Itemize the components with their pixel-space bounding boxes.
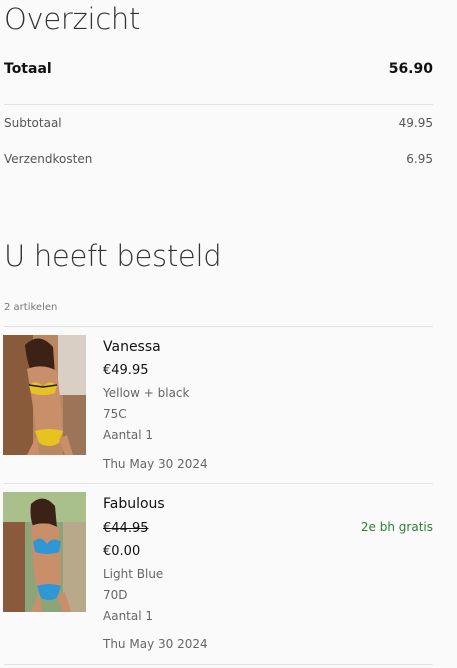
product-quantity: Aantal 1 xyxy=(103,428,154,442)
item-count: 2 artikelen xyxy=(4,302,58,313)
subtotal-label: Subtotaal xyxy=(4,116,62,130)
order-date: Thu May 30 2024 xyxy=(103,457,208,471)
product-size: 75C xyxy=(103,407,127,421)
product-price: €0.00 xyxy=(103,544,141,559)
divider xyxy=(4,104,433,105)
product-image-fabulous[interactable] xyxy=(3,492,86,612)
subtotal-value: 49.95 xyxy=(398,116,433,130)
product-old-price: €44.95 xyxy=(103,521,149,536)
ordered-title: U heeft besteld xyxy=(4,239,222,273)
overview-title: Overzicht xyxy=(4,2,141,36)
product-name[interactable]: Vanessa xyxy=(103,339,161,355)
product-color: Yellow + black xyxy=(103,386,190,400)
product-quantity: Aantal 1 xyxy=(103,609,154,623)
product-image-vanessa[interactable] xyxy=(3,335,86,455)
promo-badge: 2e bh gratis xyxy=(360,520,433,534)
divider xyxy=(4,664,433,665)
order-date: Thu May 30 2024 xyxy=(103,637,208,651)
product-name[interactable]: Fabulous xyxy=(103,496,165,512)
divider xyxy=(4,483,433,484)
total-value: 56.90 xyxy=(388,61,433,77)
shipping-label: Verzendkosten xyxy=(4,152,93,166)
total-label: Totaal xyxy=(4,61,52,77)
product-size: 70D xyxy=(103,588,128,602)
divider xyxy=(4,326,433,327)
product-color: Light Blue xyxy=(103,567,164,581)
product-price: €49.95 xyxy=(103,363,149,378)
shipping-value: 6.95 xyxy=(406,152,433,166)
